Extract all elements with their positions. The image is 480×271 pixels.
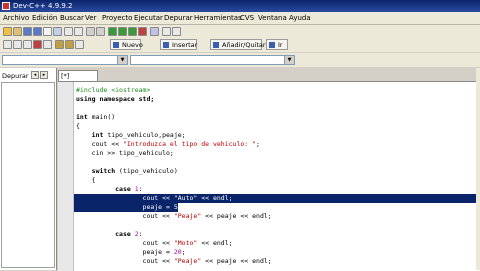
indent-icon[interactable] xyxy=(3,40,12,49)
code-line: cout << "Peaje" << peaje << endl; xyxy=(76,257,272,265)
menu-ventana[interactable]: Ventana xyxy=(258,13,287,23)
chevron-right-icon[interactable]: ▸ xyxy=(40,71,48,79)
add-remove-icon xyxy=(213,42,219,48)
menu-buscar[interactable]: Buscar xyxy=(60,13,84,23)
title-bar: Dev-C++ 4.9.9.2 xyxy=(0,0,480,12)
menu-edicion[interactable]: Edición xyxy=(32,13,57,23)
panel-body xyxy=(1,82,55,268)
nuevo-button[interactable]: Nuevo xyxy=(110,39,143,50)
close-file-icon[interactable] xyxy=(43,27,52,36)
unindent-icon[interactable] xyxy=(13,40,22,49)
stop-icon[interactable] xyxy=(43,40,52,49)
save-icon[interactable] xyxy=(23,27,32,36)
new-file-icon[interactable] xyxy=(3,27,12,36)
code-line: cin >> tipo_vehiculo; xyxy=(76,149,174,157)
code-line: peaje = 50; xyxy=(76,203,186,211)
rebuild-icon[interactable] xyxy=(138,27,147,36)
class-icon[interactable] xyxy=(65,40,74,49)
find-icon[interactable] xyxy=(86,27,95,36)
project-icon[interactable] xyxy=(55,40,64,49)
editor-gutter xyxy=(58,82,74,271)
undo-icon[interactable] xyxy=(64,27,73,36)
menu-depurar[interactable]: Depurar xyxy=(164,13,193,23)
compile-icon[interactable] xyxy=(108,27,117,36)
code-line: #include <iostream> xyxy=(76,86,151,94)
print-icon[interactable] xyxy=(53,27,62,36)
ir-a-button[interactable]: Ir a xyxy=(266,39,288,60)
chevron-down-icon: ▼ xyxy=(117,56,127,64)
insertar-label: Insertar xyxy=(172,41,198,49)
menu-ver[interactable]: Ver xyxy=(85,13,96,23)
menu-ayuda[interactable]: Ayuda xyxy=(289,13,311,23)
redo-icon[interactable] xyxy=(74,27,83,36)
anadir-quitar-button[interactable]: Añadir/Quitar xyxy=(210,39,266,50)
code-line: switch (tipo_vehiculo) xyxy=(91,167,178,175)
secondary-toolbar: Nuevo Insertar Añadir/Quitar Ir a xyxy=(0,38,480,60)
help-icon[interactable] xyxy=(162,27,171,36)
code-line: { xyxy=(76,176,96,184)
code-line: peaje = 20; xyxy=(76,248,186,256)
new-class-icon xyxy=(113,42,119,48)
code-line: int main() xyxy=(76,113,116,121)
app-icon xyxy=(2,2,10,10)
about-icon[interactable] xyxy=(172,27,181,36)
code-line: cout << "Peaje" << peaje << endl; xyxy=(76,212,272,220)
debug-icon[interactable] xyxy=(150,27,159,36)
compile-run-icon[interactable] xyxy=(128,27,137,36)
insertar-button[interactable]: Insertar xyxy=(160,39,197,50)
window-title: Dev-C++ 4.9.9.2 xyxy=(13,2,73,10)
member-combo[interactable]: ▼ xyxy=(130,55,295,65)
save-all-icon[interactable] xyxy=(33,27,42,36)
open-folder-icon[interactable] xyxy=(13,27,22,36)
code-line: cout << "Introduzca el tipo de vehiculo:… xyxy=(76,140,260,148)
code-line: int tipo_vehiculo,peaje; xyxy=(91,131,186,139)
goto-bookmark-icon[interactable] xyxy=(33,40,42,49)
goto-icon xyxy=(269,42,275,48)
menu-herramientas[interactable]: Herramientas xyxy=(194,13,242,23)
replace-icon[interactable] xyxy=(96,27,105,36)
nuevo-label: Nuevo xyxy=(122,41,143,49)
main-toolbar xyxy=(0,25,480,38)
menu-cvs[interactable]: CVS xyxy=(240,13,254,23)
chevron-left-icon[interactable]: ◂ xyxy=(31,71,39,79)
menu-bar: Archivo Edición Buscar Ver Proyecto Ejec… xyxy=(0,12,480,25)
code-line: cout << "Auto" << endl; xyxy=(76,194,233,202)
class-toolbar: ▼ ▼ xyxy=(0,53,480,67)
code-line: using namespace std; xyxy=(76,95,155,103)
anadir-quitar-label: Añadir/Quitar xyxy=(222,41,266,49)
code-line: case 2: xyxy=(115,230,143,238)
code-line: case 1: xyxy=(115,185,143,193)
options-icon[interactable] xyxy=(75,40,84,49)
code-editor[interactable]: #include <iostream> using namespace std;… xyxy=(58,81,480,271)
tab-switch-cpp[interactable]: [*] switch.cpp xyxy=(58,70,98,91)
menu-archivo[interactable]: Archivo xyxy=(3,13,29,23)
menu-ejecutar[interactable]: Ejecutar xyxy=(134,13,163,23)
tab-depurar[interactable]: Depurar xyxy=(2,71,29,81)
toggle-bookmark-icon[interactable] xyxy=(23,40,32,49)
chevron-down-icon: ▼ xyxy=(284,56,294,64)
code-line: cout << "Moto" << endl; xyxy=(76,239,233,247)
code-line: { xyxy=(76,122,80,130)
menu-proyecto[interactable]: Proyecto xyxy=(102,13,132,23)
run-icon[interactable] xyxy=(118,27,127,36)
insert-icon xyxy=(163,42,169,48)
class-combo[interactable]: ▼ xyxy=(2,55,128,65)
vertical-scrollbar[interactable] xyxy=(476,68,480,270)
